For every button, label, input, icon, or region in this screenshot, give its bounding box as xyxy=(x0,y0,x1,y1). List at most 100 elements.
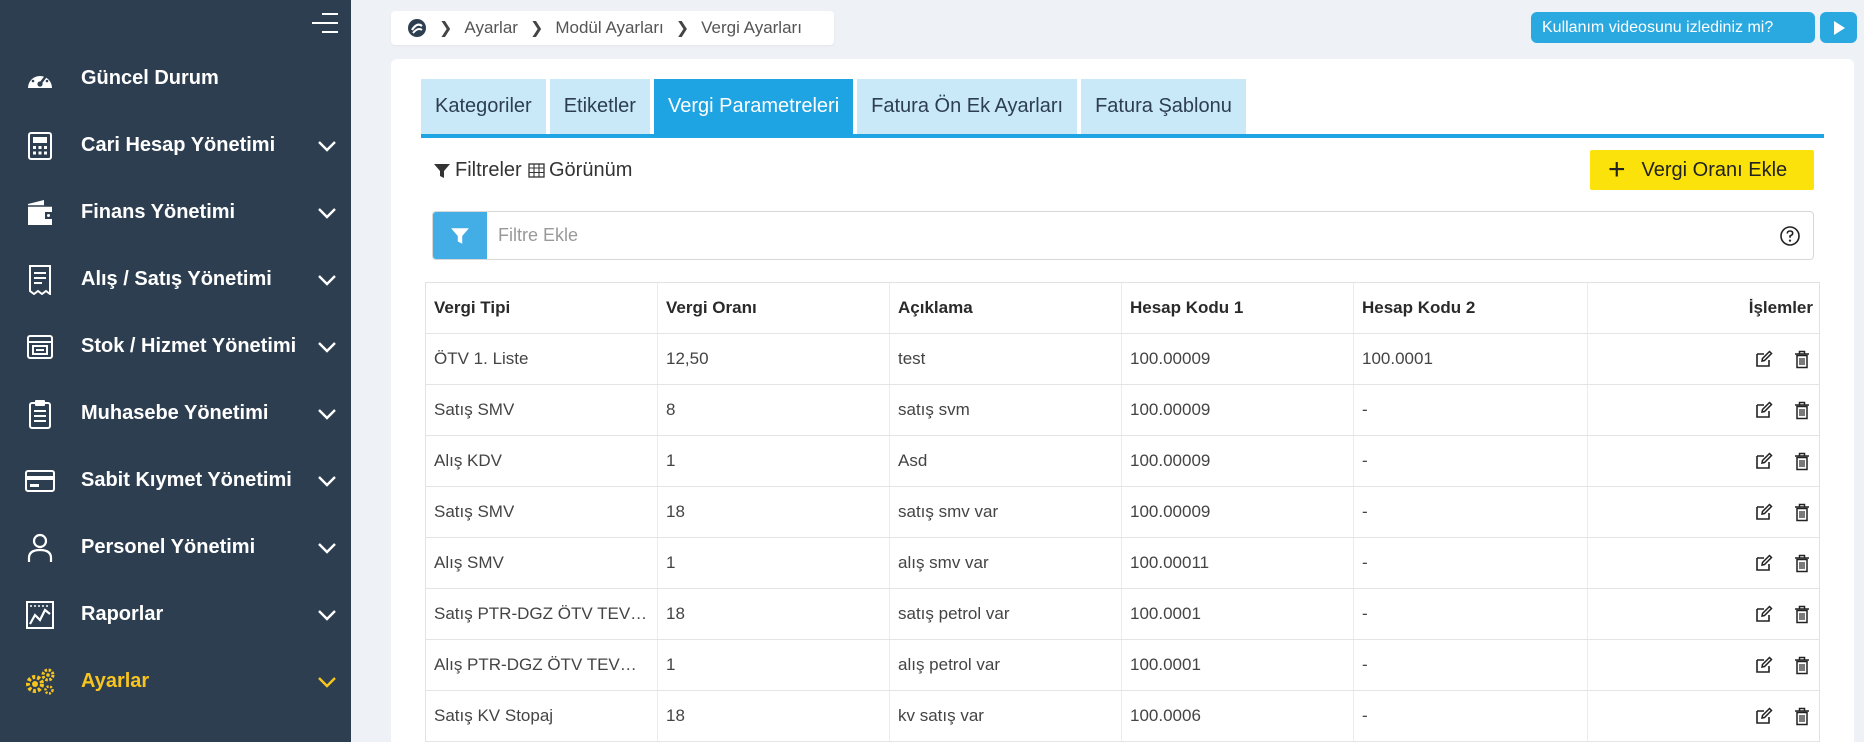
chevron-down-icon[interactable] xyxy=(313,467,341,495)
cell-text: alış petrol var xyxy=(898,655,1001,674)
trash-icon[interactable] xyxy=(1791,603,1813,625)
chevron-down-icon[interactable] xyxy=(313,400,341,428)
edit-icon[interactable] xyxy=(1753,450,1775,472)
trash-icon[interactable] xyxy=(1791,399,1813,421)
sidebar-item-personel-yönetimi[interactable]: Personel Yönetimi xyxy=(0,514,351,581)
sidebar-item-finans-yönetimi[interactable]: Finans Yönetimi xyxy=(0,179,351,246)
table-cell: 12,50 xyxy=(658,334,890,384)
filter-input[interactable] xyxy=(487,225,1779,246)
column-header[interactable]: Vergi Tipi xyxy=(426,283,658,333)
add-tax-rate-label: Vergi Oranı Ekle xyxy=(1641,158,1788,181)
column-header[interactable]: Vergi Oranı xyxy=(658,283,890,333)
menu-toggle-icon[interactable] xyxy=(312,13,338,35)
cell-text: - xyxy=(1362,706,1368,725)
table-cell: - xyxy=(1354,436,1588,486)
cell-text: 1 xyxy=(666,553,676,572)
trash-icon[interactable] xyxy=(1791,654,1813,676)
table-cell: 100.00009 xyxy=(1122,385,1354,435)
table-cell: Asd xyxy=(890,436,1122,486)
sidebar-item-label: Raporlar xyxy=(81,603,164,625)
sidebar-item-raporlar[interactable]: Raporlar xyxy=(0,581,351,648)
video-prompt-label: Kullanım videosunu izlediniz mi? xyxy=(1542,18,1774,36)
sidebar-item-label: Muhasebe Yönetimi xyxy=(81,402,269,424)
sidebar-item-güncel-durum[interactable]: Güncel Durum xyxy=(0,45,351,112)
column-header[interactable]: İşlemler xyxy=(1588,283,1819,333)
cell-text: - xyxy=(1362,553,1368,572)
table-cell: alış petrol var xyxy=(890,640,1122,690)
trash-icon[interactable] xyxy=(1791,348,1813,370)
column-header[interactable]: Açıklama xyxy=(890,283,1122,333)
table-cell: Satış PTR-DGZ ÖTV TEVKİFATI xyxy=(426,589,658,639)
add-tax-rate-button[interactable]: + Vergi Oranı Ekle xyxy=(1590,150,1814,190)
column-header[interactable]: Hesap Kodu 2 xyxy=(1354,283,1588,333)
cell-text: - xyxy=(1362,604,1368,623)
chevron-down-icon[interactable] xyxy=(313,266,341,294)
card-icon xyxy=(22,463,58,499)
edit-icon[interactable] xyxy=(1753,654,1775,676)
cell-text: 100.00009 xyxy=(1130,349,1211,368)
sidebar-item-alış-satış-yönetimi[interactable]: Alış / Satış Yönetimi xyxy=(0,246,351,313)
trash-icon[interactable] xyxy=(1791,501,1813,523)
tab-fatura-ön-ek-ayarları[interactable]: Fatura Ön Ek Ayarları xyxy=(857,79,1078,134)
table-cell: Alış PTR-DGZ ÖTV TEVKİFATI xyxy=(426,640,658,690)
tab-kategoriler[interactable]: Kategoriler xyxy=(421,79,546,134)
chevron-down-icon[interactable] xyxy=(313,333,341,361)
sidebar-menu: Güncel Durum Cari Hesap Yönetimi Finans Yö… xyxy=(0,45,351,715)
row-actions xyxy=(1588,334,1819,384)
tab-vergi-parametreleri[interactable]: Vergi Parametreleri xyxy=(653,79,854,134)
edit-icon[interactable] xyxy=(1753,552,1775,574)
chevron-down-icon[interactable] xyxy=(313,199,341,227)
trash-icon[interactable] xyxy=(1791,450,1813,472)
breadcrumb-item-modul-ayarlari[interactable]: Modül Ayarları xyxy=(555,18,663,38)
trash-icon[interactable] xyxy=(1791,705,1813,727)
logo-icon[interactable] xyxy=(407,18,427,38)
cell-text: 18 xyxy=(666,604,685,623)
tab-etiketler[interactable]: Etiketler xyxy=(549,79,650,134)
edit-icon[interactable] xyxy=(1753,399,1775,421)
sidebar-item-cari-hesap-yönetimi[interactable]: Cari Hesap Yönetimi xyxy=(0,112,351,179)
chevron-down-icon[interactable] xyxy=(313,668,341,696)
filters-button[interactable]: Filtreler xyxy=(433,159,522,182)
edit-icon[interactable] xyxy=(1753,705,1775,727)
edit-icon[interactable] xyxy=(1753,348,1775,370)
help-icon[interactable] xyxy=(1779,225,1801,247)
tab-fatura-şablonu[interactable]: Fatura Şablonu xyxy=(1081,79,1246,134)
edit-icon[interactable] xyxy=(1753,603,1775,625)
table-cell: ÖTV 1. Liste xyxy=(426,334,658,384)
sidebar-item-label: Personel Yönetimi xyxy=(81,536,256,558)
sidebar-item-label: Stok / Hizmet Yönetimi xyxy=(81,335,297,357)
trash-icon[interactable] xyxy=(1791,552,1813,574)
edit-icon[interactable] xyxy=(1753,501,1775,523)
cell-text: 18 xyxy=(666,706,685,725)
breadcrumb-item-ayarlar[interactable]: Ayarlar xyxy=(464,18,518,38)
cell-text: kv satış var xyxy=(898,706,984,725)
table-cell: 8 xyxy=(658,385,890,435)
sidebar-item-sabit-kıymet-yönetimi[interactable]: Sabit Kıymet Yönetimi xyxy=(0,447,351,514)
chevron-down-icon[interactable] xyxy=(313,601,341,629)
cell-text: Satış SMV xyxy=(434,502,515,521)
table-cell: Satış SMV xyxy=(426,385,658,435)
cell-text: satış svm xyxy=(898,400,970,419)
chevron-down-icon[interactable] xyxy=(313,534,341,562)
sidebar-item-ayarlar[interactable]: Ayarlar xyxy=(0,648,351,715)
video-prompt-button[interactable]: Kullanım videosunu izlediniz mi? xyxy=(1531,12,1815,43)
filters-label: Filtreler xyxy=(455,159,522,181)
filter-toggle-button[interactable] xyxy=(433,212,487,259)
sidebar-item-stok-hizmet-yönetimi[interactable]: Stok / Hizmet Yönetimi xyxy=(0,313,351,380)
table-cell: 1 xyxy=(658,640,890,690)
sidebar-item-muhasebe-yönetimi[interactable]: Muhasebe Yönetimi xyxy=(0,380,351,447)
column-header[interactable]: Hesap Kodu 1 xyxy=(1122,283,1354,333)
play-video-button[interactable] xyxy=(1820,12,1857,43)
cell-text: 100.00009 xyxy=(1130,400,1211,419)
chevron-down-icon[interactable] xyxy=(313,132,341,160)
calculator-icon xyxy=(22,128,58,164)
table-row: Alış KDV 1 Asd 100.00009 - xyxy=(426,436,1819,487)
row-actions xyxy=(1588,640,1819,690)
cell-text: Alış SMV xyxy=(434,553,504,572)
cell-text: 100.00009 xyxy=(1130,451,1211,470)
table-row: Alış SMV 1 alış smv var 100.00011 - xyxy=(426,538,1819,589)
table-row: Satış KV Stopaj 18 kv satış var 100.0006 - xyxy=(426,691,1819,742)
sidebar-item-label: Finans Yönetimi xyxy=(81,201,236,223)
wallet-icon xyxy=(22,195,58,231)
view-button[interactable]: Görünüm xyxy=(528,159,632,182)
